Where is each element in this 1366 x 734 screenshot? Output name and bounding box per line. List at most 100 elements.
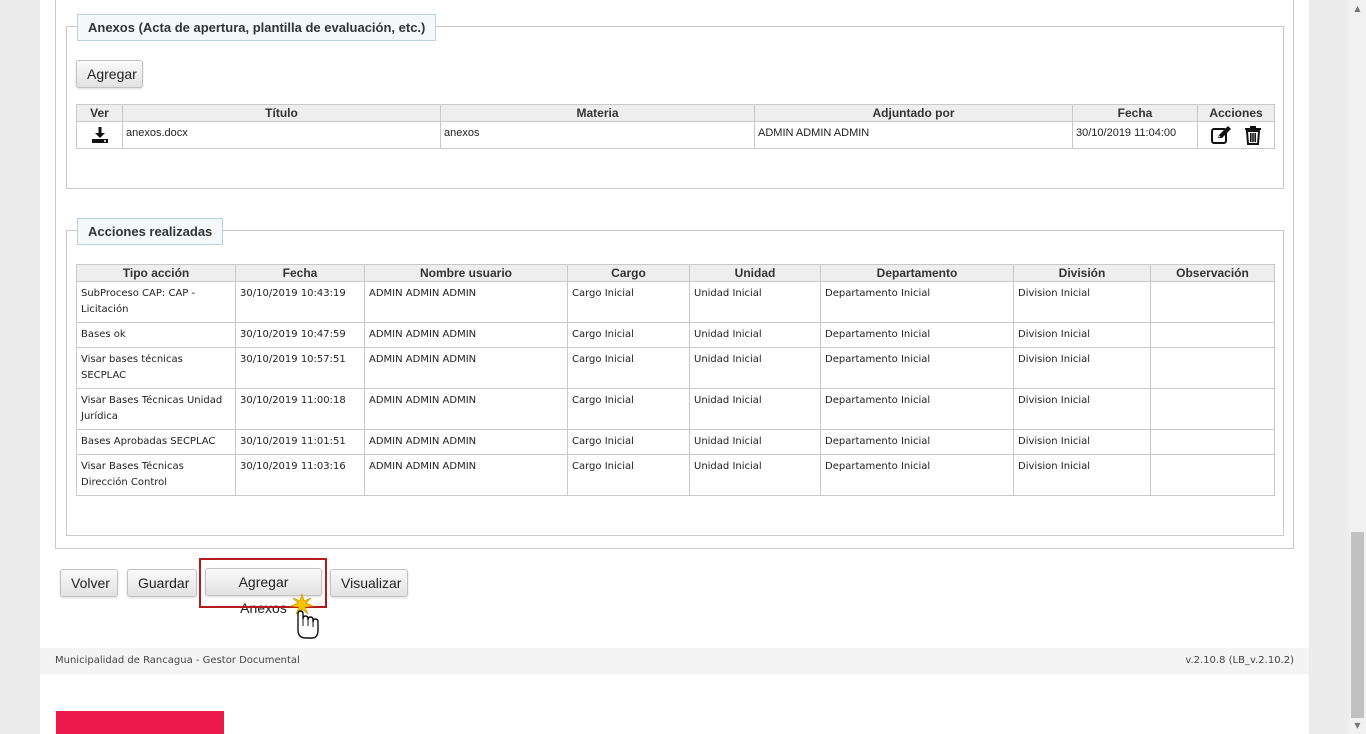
outer-panel: Anexos (Acta de apertura, plantilla de e…	[55, 0, 1294, 549]
save-button[interactable]: Guardar	[127, 569, 197, 597]
action-observacion	[1150, 281, 1275, 323]
scroll-up-icon[interactable]: ▲	[1349, 0, 1366, 17]
actions-fieldset: Acciones realizadas Tipo acción Fecha No…	[66, 218, 1284, 536]
col-departamento: Departamento	[820, 264, 1014, 282]
action-user: ADMIN ADMIN ADMIN	[364, 281, 568, 323]
action-unidad: Unidad Inicial	[689, 322, 821, 348]
scroll-down-icon[interactable]: ▼	[1349, 717, 1366, 734]
action-departamento: Departamento Inicial	[820, 347, 1014, 389]
action-date: 30/10/2019 11:00:18	[235, 388, 365, 430]
col-adjuntado-por: Adjuntado por	[754, 104, 1073, 122]
actions-cell	[1197, 121, 1275, 149]
action-user: ADMIN ADMIN ADMIN	[364, 454, 568, 496]
col-fecha: Fecha	[235, 264, 365, 282]
footer-org: Municipalidad de Rancagua - Gestor Docum…	[55, 655, 300, 666]
actions-header-row: Tipo acción Fecha Nombre usuario Cargo U…	[76, 264, 1275, 282]
edit-icon[interactable]	[1210, 126, 1235, 144]
col-acciones: Acciones	[1197, 104, 1275, 122]
col-ver: Ver	[76, 104, 123, 122]
action-cargo: Cargo Inicial	[567, 429, 690, 455]
table-row: Bases ok 30/10/2019 10:47:59 ADMIN ADMIN…	[76, 322, 1275, 348]
action-departamento: Departamento Inicial	[820, 281, 1014, 323]
action-departamento: Departamento Inicial	[820, 388, 1014, 430]
action-departamento: Departamento Inicial	[820, 429, 1014, 455]
action-cargo: Cargo Inicial	[567, 454, 690, 496]
vertical-scrollbar[interactable]: ▲ ▼	[1349, 0, 1366, 734]
action-type: Visar Bases Técnicas Dirección Control	[76, 454, 236, 496]
footer-version: v.2.10.8 (LB_v.2.10.2)	[1185, 655, 1294, 666]
col-materia: Materia	[440, 104, 755, 122]
table-row: SubProceso CAP: CAP - Licitación 30/10/2…	[76, 281, 1275, 323]
hand-cursor-icon	[286, 592, 326, 640]
action-type: SubProceso CAP: CAP - Licitación	[76, 281, 236, 323]
action-division: Division Inicial	[1013, 281, 1151, 323]
back-button[interactable]: Volver	[60, 569, 118, 597]
action-observacion	[1150, 322, 1275, 348]
col-fecha: Fecha	[1072, 104, 1198, 122]
action-type: Visar Bases Técnicas Unidad Jurídica	[76, 388, 236, 430]
action-date: 30/10/2019 11:03:16	[235, 454, 365, 496]
annex-title: anexos.docx	[122, 121, 441, 149]
action-type: Visar bases técnicas SECPLAC	[76, 347, 236, 389]
action-departamento: Departamento Inicial	[820, 322, 1014, 348]
col-observacion: Observación	[1150, 264, 1275, 282]
scroll-thumb[interactable]	[1351, 532, 1364, 718]
action-observacion	[1150, 429, 1275, 455]
trash-icon[interactable]	[1244, 126, 1262, 145]
col-unidad: Unidad	[689, 264, 821, 282]
annex-subject: anexos	[440, 121, 755, 149]
annexes-header-row: Ver Título Materia Adjuntado por Fecha A…	[76, 104, 1275, 122]
action-unidad: Unidad Inicial	[689, 454, 821, 496]
action-type: Bases Aprobadas SECPLAC	[76, 429, 236, 455]
action-observacion	[1150, 454, 1275, 496]
col-titulo: Título	[122, 104, 441, 122]
preview-button[interactable]: Visualizar	[330, 569, 408, 597]
action-date: 30/10/2019 11:01:51	[235, 429, 365, 455]
footer: Municipalidad de Rancagua - Gestor Docum…	[40, 648, 1309, 674]
action-date: 30/10/2019 10:57:51	[235, 347, 365, 389]
action-division: Division Inicial	[1013, 454, 1151, 496]
action-observacion	[1150, 388, 1275, 430]
action-cargo: Cargo Inicial	[567, 281, 690, 323]
action-user: ADMIN ADMIN ADMIN	[364, 388, 568, 430]
action-user: ADMIN ADMIN ADMIN	[364, 347, 568, 389]
action-cargo: Cargo Inicial	[567, 388, 690, 430]
col-cargo: Cargo	[567, 264, 690, 282]
action-unidad: Unidad Inicial	[689, 281, 821, 323]
action-date: 30/10/2019 10:43:19	[235, 281, 365, 323]
download-icon[interactable]	[90, 127, 110, 143]
table-row: Visar Bases Técnicas Unidad Jurídica 30/…	[76, 388, 1275, 430]
action-unidad: Unidad Inicial	[689, 347, 821, 389]
action-type: Bases ok	[76, 322, 236, 348]
action-date: 30/10/2019 10:47:59	[235, 322, 365, 348]
annexes-fieldset: Anexos (Acta de apertura, plantilla de e…	[66, 14, 1284, 189]
actions-legend: Acciones realizadas	[77, 218, 224, 245]
col-nombre-usuario: Nombre usuario	[364, 264, 568, 282]
action-unidad: Unidad Inicial	[689, 429, 821, 455]
view-cell	[76, 121, 123, 149]
action-user: ADMIN ADMIN ADMIN	[364, 322, 568, 348]
action-cargo: Cargo Inicial	[567, 322, 690, 348]
action-division: Division Inicial	[1013, 388, 1151, 430]
table-row: Visar Bases Técnicas Dirección Control 3…	[76, 454, 1275, 496]
annexes-table: Ver Título Materia Adjuntado por Fecha A…	[76, 104, 1275, 149]
table-row: Bases Aprobadas SECPLAC 30/10/2019 11:01…	[76, 429, 1275, 455]
table-row: Visar bases técnicas SECPLAC 30/10/2019 …	[76, 347, 1275, 389]
table-row: anexos.docx anexos ADMIN ADMIN ADMIN 30/…	[76, 121, 1275, 149]
action-departamento: Departamento Inicial	[820, 454, 1014, 496]
action-user: ADMIN ADMIN ADMIN	[364, 429, 568, 455]
annexes-legend: Anexos (Acta de apertura, plantilla de e…	[77, 14, 437, 41]
actions-table: Tipo acción Fecha Nombre usuario Cargo U…	[76, 264, 1275, 496]
action-cargo: Cargo Inicial	[567, 347, 690, 389]
main-content: Anexos (Acta de apertura, plantilla de e…	[40, 0, 1309, 734]
action-division: Division Inicial	[1013, 429, 1151, 455]
annex-attached-by: ADMIN ADMIN ADMIN	[754, 121, 1073, 149]
add-annex-button[interactable]: Agregar	[76, 60, 143, 88]
brand-bar	[56, 711, 224, 734]
action-division: Division Inicial	[1013, 322, 1151, 348]
action-division: Division Inicial	[1013, 347, 1151, 389]
col-division: División	[1013, 264, 1151, 282]
col-tipo-accion: Tipo acción	[76, 264, 236, 282]
action-observacion	[1150, 347, 1275, 389]
annex-date: 30/10/2019 11:04:00	[1072, 121, 1198, 149]
